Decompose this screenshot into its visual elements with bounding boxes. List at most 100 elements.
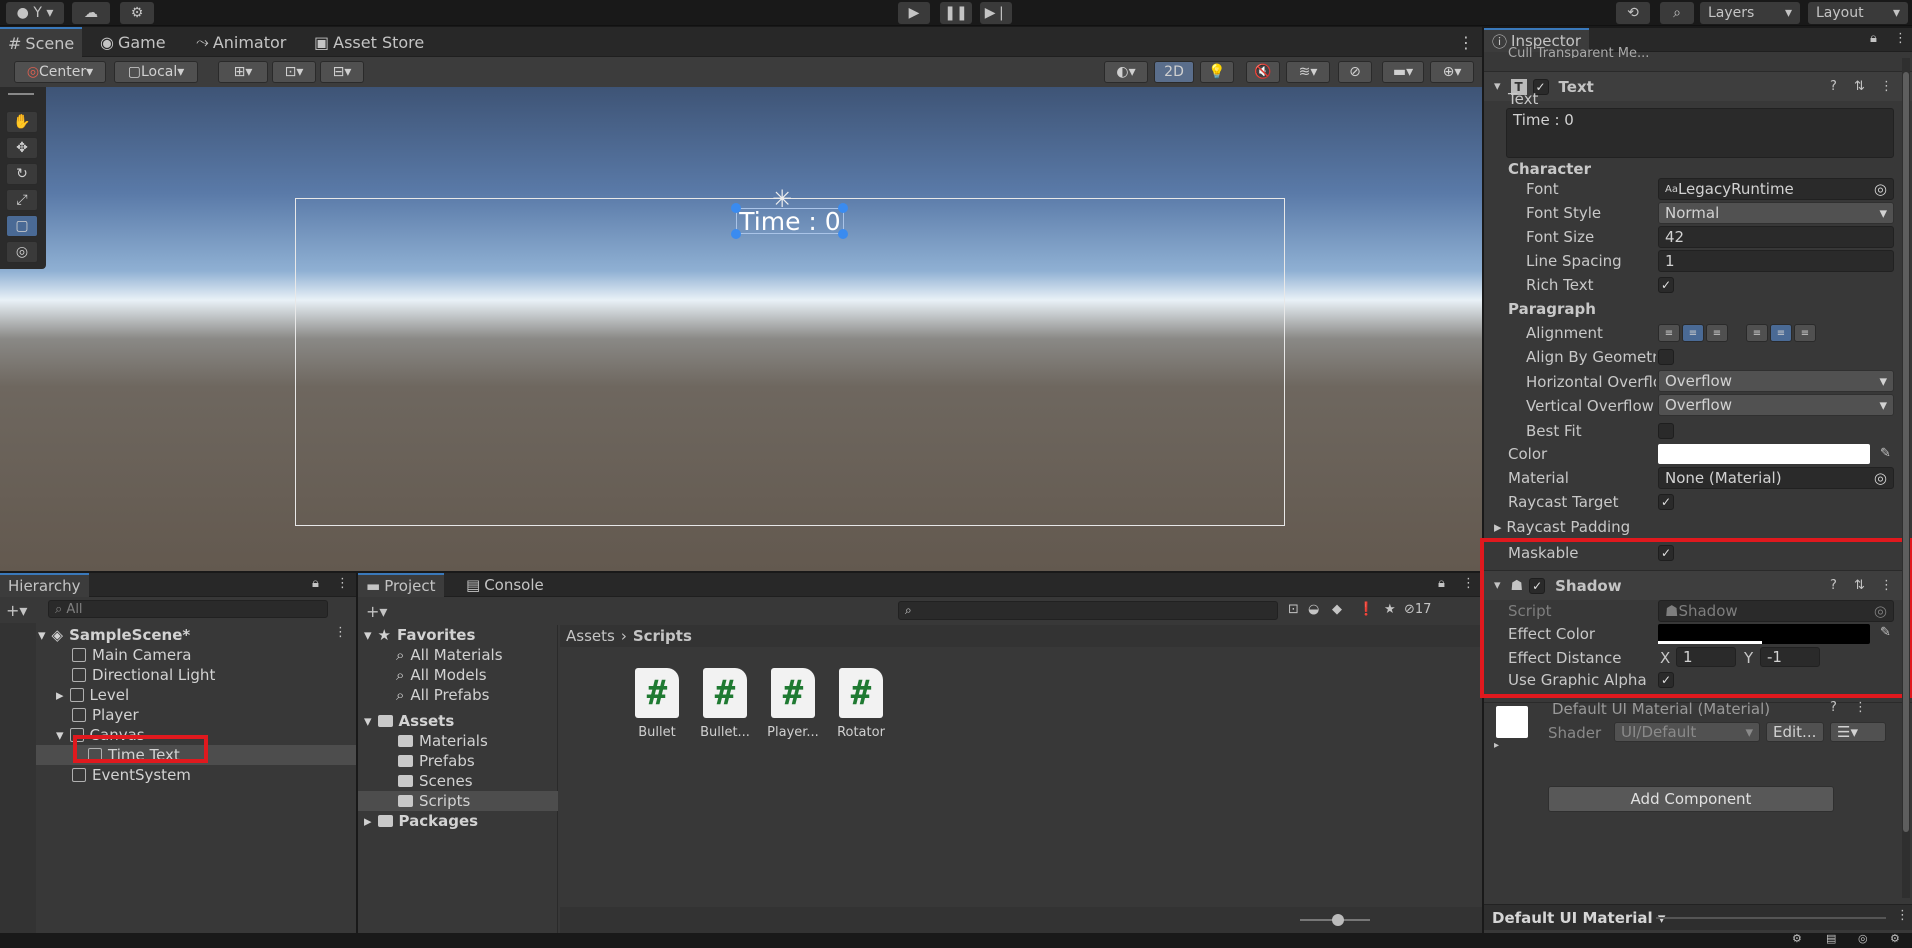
more-options-icon[interactable]: ⋮ <box>334 625 347 640</box>
text-value-field[interactable]: Time : 0 <box>1506 108 1894 158</box>
favorite-all-prefabs[interactable]: ⌕ All Prefabs <box>396 685 489 705</box>
search-filter-icon[interactable]: ⊡ <box>1288 602 1299 617</box>
hierarchy-item-eventsystem[interactable]: EventSystem <box>72 765 191 785</box>
lighting-toggle[interactable]: 💡 <box>1200 61 1234 83</box>
footer-dropdown[interactable]: Default UI Material ▾ <box>1492 909 1665 927</box>
script-file-icon[interactable]: # <box>771 668 815 718</box>
toggle-2d-button[interactable]: 2D <box>1154 61 1194 83</box>
add-component-button[interactable]: Add Component <box>1548 786 1834 812</box>
snap-increment-button[interactable]: ⊡▾ <box>272 61 316 83</box>
favorite-all-materials[interactable]: ⌕ All Materials <box>396 645 503 665</box>
space-dropdown[interactable]: ▢ Local ▾ <box>114 61 198 83</box>
hierarchy-item-directional-light[interactable]: Directional Light <box>72 665 215 685</box>
more-options-icon[interactable]: ⋮ <box>1896 908 1909 923</box>
hierarchy-item-main-camera[interactable]: Main Camera <box>72 645 191 665</box>
best-fit-checkbox[interactable] <box>1658 423 1674 439</box>
move-tool-button[interactable]: ✥ <box>6 137 38 159</box>
file-label-bullet2[interactable]: Bullet... <box>690 725 760 740</box>
scale-tool-button[interactable]: ⤢ <box>6 189 38 211</box>
add-icon[interactable]: +▾ <box>366 602 387 621</box>
tab-scene[interactable]: # Scene <box>0 27 83 57</box>
align-center-icon[interactable]: ≡ <box>1682 324 1704 342</box>
lock-icon[interactable]: 🔒︎ <box>1438 576 1445 591</box>
font-field[interactable]: Aa LegacyRuntime ◎ <box>1658 178 1894 200</box>
color-swatch[interactable] <box>1658 444 1870 464</box>
file-label-player[interactable]: Player... <box>758 725 828 740</box>
scene-time-text[interactable]: Time : 0 <box>736 207 844 236</box>
hierarchy-search-input[interactable]: ⌕ All <box>48 600 328 618</box>
collab-button[interactable]: ⚙ <box>120 2 154 24</box>
type-filter-icon[interactable]: ◒ <box>1308 602 1319 617</box>
rotate-tool-button[interactable]: ↻ <box>6 163 38 185</box>
breadcrumb-scripts[interactable]: Scripts <box>633 627 692 645</box>
visibility-toggle[interactable]: ⊘ <box>1338 61 1372 83</box>
cloud-button[interactable]: ☁ <box>72 2 110 24</box>
favorite-all-models[interactable]: ⌕ All Models <box>396 665 487 685</box>
rect-handle[interactable] <box>731 229 741 239</box>
align-middle-icon[interactable]: ≡ <box>1770 324 1792 342</box>
scrollbar-thumb[interactable] <box>1903 72 1909 832</box>
transform-tool-button[interactable]: ◎ <box>6 241 38 263</box>
tab-project[interactable]: ▬ Project <box>358 573 444 597</box>
help-icon[interactable]: ? <box>1830 79 1837 94</box>
pause-button[interactable]: ❚❚ <box>940 2 972 24</box>
preview-splitter[interactable] <box>1656 917 1886 919</box>
add-icon[interactable]: +▾ <box>6 601 27 620</box>
warning-filter-icon[interactable]: ❗ <box>1358 602 1374 617</box>
settings-icon[interactable]: ⚙ <box>1890 932 1900 945</box>
audio-toggle[interactable]: 🔇 <box>1246 61 1280 83</box>
edit-shader-button[interactable]: Edit... <box>1766 722 1824 742</box>
layers-dropdown[interactable]: Layers ▾ <box>1700 2 1800 24</box>
more-options-icon[interactable]: ⋮ <box>1854 700 1867 715</box>
assets-folder[interactable]: ▾ Assets <box>364 711 454 731</box>
hand-tool-button[interactable]: ✋ <box>6 111 38 133</box>
more-options-icon[interactable]: ⋮ <box>336 576 349 591</box>
more-options-icon[interactable]: ⋮ <box>1462 576 1475 591</box>
more-options-icon[interactable]: ⋮ <box>1880 79 1893 94</box>
inspector-scrollbar[interactable] <box>1902 58 1910 898</box>
account-dropdown[interactable]: ● Y ▾ <box>6 2 64 24</box>
raycast-target-checkbox[interactable]: ✓ <box>1658 494 1674 510</box>
tab-console[interactable]: ▤ Console <box>458 573 552 597</box>
object-picker-icon[interactable]: ◎ <box>1874 469 1887 487</box>
tab-game[interactable]: ◉ Game <box>92 27 174 57</box>
text-component-header[interactable]: ▾ T ✓ Text ? ⇅ ⋮ <box>1484 71 1912 101</box>
raycast-padding-foldout[interactable]: ▸ Raycast Padding <box>1494 518 1630 536</box>
zoom-slider-thumb[interactable] <box>1332 914 1344 926</box>
overlay-handle[interactable] <box>8 93 34 95</box>
rect-handle[interactable] <box>838 229 848 239</box>
expand-arrow-icon[interactable]: ▸ <box>1494 740 1499 751</box>
font-style-dropdown[interactable]: Normal ▾ <box>1658 202 1894 224</box>
tab-asset-store[interactable]: ▣ Asset Store <box>306 27 432 57</box>
star-icon[interactable]: ★ <box>1384 602 1396 617</box>
tab-animator[interactable]: ⤳ Animator <box>188 27 294 57</box>
folder-prefabs[interactable]: Prefabs <box>398 751 475 771</box>
font-size-field[interactable]: 42 <box>1658 226 1894 248</box>
script-file-icon[interactable]: # <box>635 668 679 718</box>
rect-handle[interactable] <box>731 203 741 213</box>
material-field[interactable]: None (Material) ◎ <box>1658 467 1894 489</box>
project-search-input[interactable]: ⌕ <box>898 601 1278 620</box>
object-picker-icon[interactable]: ◎ <box>1874 180 1887 198</box>
ruler-button[interactable]: ⊟▾ <box>320 61 364 83</box>
shader-dropdown[interactable]: UI/Default ▾ <box>1614 722 1760 742</box>
step-button[interactable]: ▶❘ <box>980 2 1012 24</box>
help-icon[interactable]: ? <box>1830 700 1837 715</box>
lock-icon[interactable]: 🔒︎ <box>1870 31 1877 46</box>
rect-handle[interactable] <box>838 203 848 213</box>
play-button[interactable]: ▶ <box>898 2 930 24</box>
vertical-overflow-dropdown[interactable]: Overflow ▾ <box>1658 394 1894 416</box>
preset-icon[interactable]: ⇅ <box>1854 79 1865 94</box>
debug-icon[interactable]: ⚙ <box>1792 932 1802 945</box>
breadcrumb-assets[interactable]: Assets <box>566 627 615 645</box>
script-file-icon[interactable]: # <box>839 668 883 718</box>
folder-materials[interactable]: Materials <box>398 731 488 751</box>
effects-dropdown[interactable]: ≋▾ <box>1286 61 1330 83</box>
hierarchy-item-level[interactable]: ▸ Level <box>56 685 129 705</box>
align-top-icon[interactable]: ≡ <box>1746 324 1768 342</box>
eyedropper-icon[interactable]: ✎ <box>1880 446 1891 461</box>
undo-history-button[interactable]: ⟲ <box>1616 2 1650 24</box>
file-label-bullet[interactable]: Bullet <box>622 725 692 740</box>
horizontal-overflow-dropdown[interactable]: Overflow ▾ <box>1658 370 1894 392</box>
search-button[interactable]: ⌕ <box>1660 2 1694 24</box>
